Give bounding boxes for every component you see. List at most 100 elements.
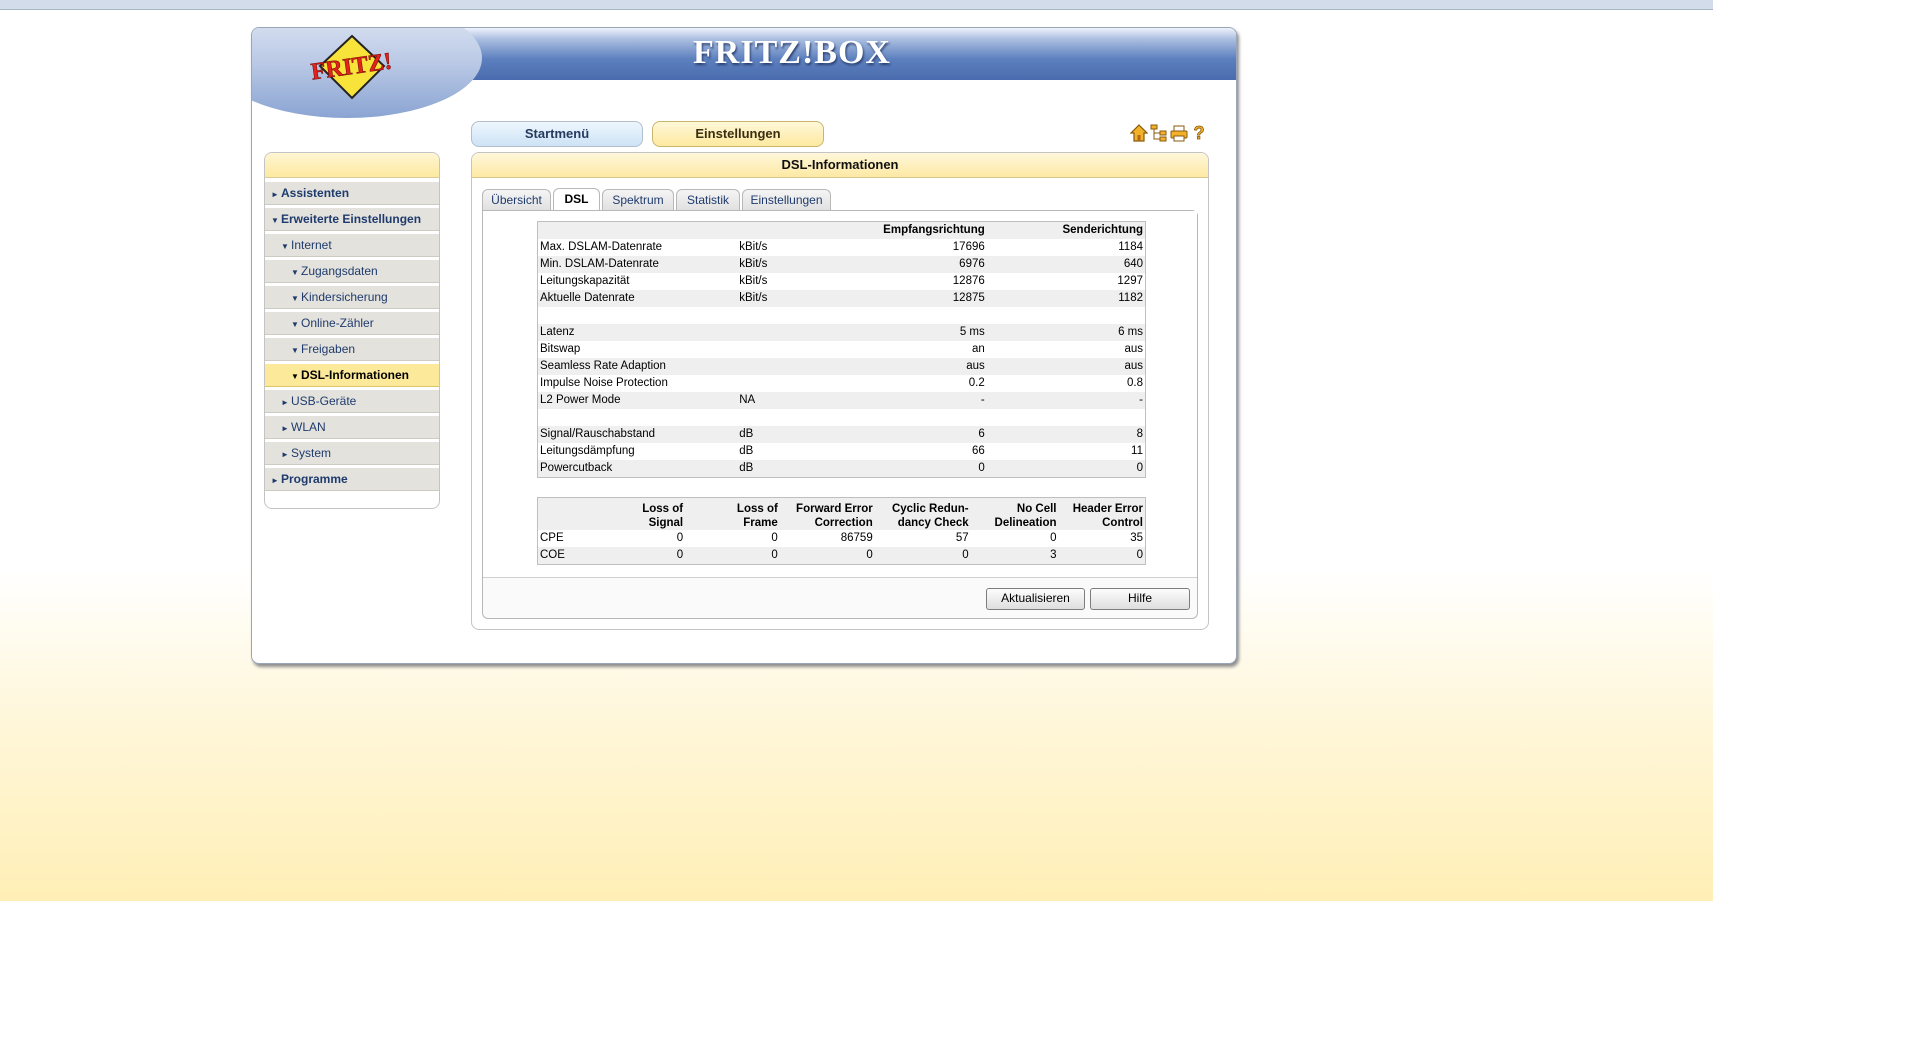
table-cell: - xyxy=(986,392,1146,409)
fritz-logo[interactable]: FRITZ! xyxy=(302,34,402,104)
column-header-line: Delineation xyxy=(994,517,1057,529)
table-cell: kBit/s xyxy=(737,290,827,307)
sidebar-item-dsl-informationen[interactable]: ▼ DSL-Informationen xyxy=(265,364,439,387)
column-header xyxy=(737,221,827,239)
product-title: FRITZ!BOX xyxy=(693,34,891,71)
table-row: Leitungskapazität kBit/s 12876 1297 xyxy=(538,273,1146,290)
table-cell: 1297 xyxy=(1117,275,1143,287)
table-cell: 0 xyxy=(597,547,686,565)
table-cell xyxy=(737,341,827,358)
table-cell: Max. DSLAM-Datenrate xyxy=(540,241,663,253)
table-cell: dB xyxy=(737,426,827,443)
sidebar-item-freigaben[interactable]: ▼ Freigaben xyxy=(265,338,439,361)
sidebar: ► Assistenten ▼ Erweiterte Einstellungen ▼ In… xyxy=(264,152,440,509)
home-icon[interactable] xyxy=(1129,123,1149,143)
sidebar-item-usb-geräte[interactable]: ► USB-Geräte xyxy=(265,390,439,413)
table-row: Aktuelle Datenrate kBit/s 12875 1182 xyxy=(537,290,1146,307)
table-cell: 6 ms xyxy=(986,324,1146,341)
table-cell: kBit/s xyxy=(737,256,827,273)
help-button[interactable]: Hilfe xyxy=(1090,588,1190,610)
sidebar-item-label: Internet xyxy=(291,238,332,252)
sidebar-item-label: Erweiterte Einstellungen xyxy=(281,212,422,226)
sidebar-item-label: Zugangsdaten xyxy=(301,264,378,278)
tab-dsl[interactable]: DSL xyxy=(553,188,600,211)
sidebar-item-kindersicherung[interactable]: ▼ Kindersicherung xyxy=(265,286,439,309)
table-row xyxy=(538,409,1146,426)
sidebar-item-label: DSL-Informationen xyxy=(301,368,409,382)
table-cell: COE xyxy=(537,547,598,565)
table-cell: 1182 xyxy=(986,290,1146,307)
sidebar-item-label: Kindersicherung xyxy=(301,290,388,304)
sidebar-item-label: WLAN xyxy=(291,420,326,434)
startmenu-button[interactable]: Startmenü xyxy=(471,121,643,147)
column-header-line: dancy Check xyxy=(897,517,969,529)
sitemap-icon[interactable] xyxy=(1150,123,1168,143)
table-cell: CPE xyxy=(540,532,564,544)
chevron-down-icon: ▼ xyxy=(291,346,299,355)
table-cell: aus xyxy=(986,358,1146,375)
sidebar-item-internet[interactable]: ▼ Internet xyxy=(265,234,439,257)
tab-spektrum[interactable]: Spektrum xyxy=(602,189,674,210)
dsl-info-area: Empfangsrichtung Senderichtung Max. DSLAM-… xyxy=(483,211,1197,578)
tab-uebersicht[interactable]: Übersicht xyxy=(482,189,551,210)
table-cell: 35 xyxy=(1130,532,1143,544)
table-row: L2 Power Mode NA - - xyxy=(537,392,1146,409)
svg-text:?: ? xyxy=(1194,123,1205,143)
chevron-down-icon: ▼ xyxy=(291,372,299,381)
sidebar-item-wlan[interactable]: ► WLAN xyxy=(265,416,439,439)
table-cell xyxy=(737,324,827,341)
help-icon[interactable]: ? xyxy=(1190,123,1208,144)
column-header-line: Frame xyxy=(743,517,778,529)
fritzbox-main-window: FRITZ!BOX FRITZ! Startmenü Einstellungen… xyxy=(251,27,1237,664)
table-cell: 0 xyxy=(685,547,780,565)
table-cell: 57 xyxy=(955,532,969,544)
dsl-values-table: Empfangsrichtung Senderichtung Max. DSLAM-… xyxy=(537,221,1146,478)
table-cell: aus xyxy=(1124,343,1143,355)
chevron-down-icon: ▼ xyxy=(291,294,299,303)
chevron-down-icon: ▼ xyxy=(291,320,299,329)
column-header-line: Control xyxy=(1102,517,1143,529)
tab-einstellungen[interactable]: Einstellungen xyxy=(742,189,831,210)
table-row: Leitungsdämpfung dB 66 11 xyxy=(538,443,1146,460)
table-cell: NA xyxy=(737,392,827,409)
table-cell: Min. DSLAM-Datenrate xyxy=(537,256,738,273)
table-cell: Signal/Rauschabstand xyxy=(537,426,738,443)
table-cell: 11 xyxy=(1131,445,1143,457)
sidebar-item-assistenten[interactable]: ► Assistenten xyxy=(265,182,439,205)
table-cell: aus xyxy=(826,358,987,375)
column-header: Header Error Control xyxy=(1058,497,1146,530)
column-header: Loss of Frame xyxy=(685,497,780,530)
table-row: Min. DSLAM-Datenrate kBit/s 6976 640 xyxy=(537,256,1146,273)
table-cell: 0 xyxy=(1050,532,1057,544)
chevron-down-icon: ▼ xyxy=(271,216,279,225)
sidebar-item-system[interactable]: ► System xyxy=(265,442,439,465)
sidebar-item-programme[interactable]: ► Programme xyxy=(265,468,439,491)
column-header-line: Cyclic Redun- xyxy=(891,503,969,515)
table-cell: L2 Power Mode xyxy=(537,392,738,409)
svg-text:FRITZ!: FRITZ! xyxy=(309,48,393,85)
column-header: Empfangsrichtung xyxy=(826,221,987,239)
sidebar-item-erweiterte-einstellungen[interactable]: ▼ Erweiterte Einstellungen xyxy=(265,208,439,231)
table-row: Signal/Rauschabstand dB 6 8 xyxy=(537,426,1146,443)
refresh-button[interactable]: Aktualisieren xyxy=(986,588,1085,610)
table-cell: 0 xyxy=(1058,547,1146,565)
tab-statistik[interactable]: Statistik xyxy=(676,189,740,210)
chevron-right-icon: ► xyxy=(281,398,289,407)
table-cell: 0 xyxy=(874,547,971,565)
print-icon[interactable] xyxy=(1170,123,1188,143)
settings-button[interactable]: Einstellungen xyxy=(652,121,824,147)
chevron-right-icon: ► xyxy=(281,424,289,433)
table-row: Max. DSLAM-Datenrate kBit/s 17696 1184 xyxy=(538,239,1146,256)
table-row: Bitswap an aus xyxy=(538,341,1146,358)
table-row: CPE 0 0 86759 57 0 35 xyxy=(538,530,1146,547)
table-cell: Powercutback xyxy=(537,460,738,478)
table-cell: 6 xyxy=(826,426,987,443)
table-cell xyxy=(737,375,827,392)
sidebar-item-online-zähler[interactable]: ▼ Online-Zähler xyxy=(265,312,439,335)
table-cell: kBit/s xyxy=(739,275,768,287)
sidebar-item-label: Freigaben xyxy=(301,342,356,356)
sidebar-item-zugangsdaten[interactable]: ▼ Zugangsdaten xyxy=(265,260,439,283)
table-cell xyxy=(737,307,827,324)
table-cell: Leitungskapazität xyxy=(540,275,630,287)
table-cell: 0 xyxy=(779,547,875,565)
